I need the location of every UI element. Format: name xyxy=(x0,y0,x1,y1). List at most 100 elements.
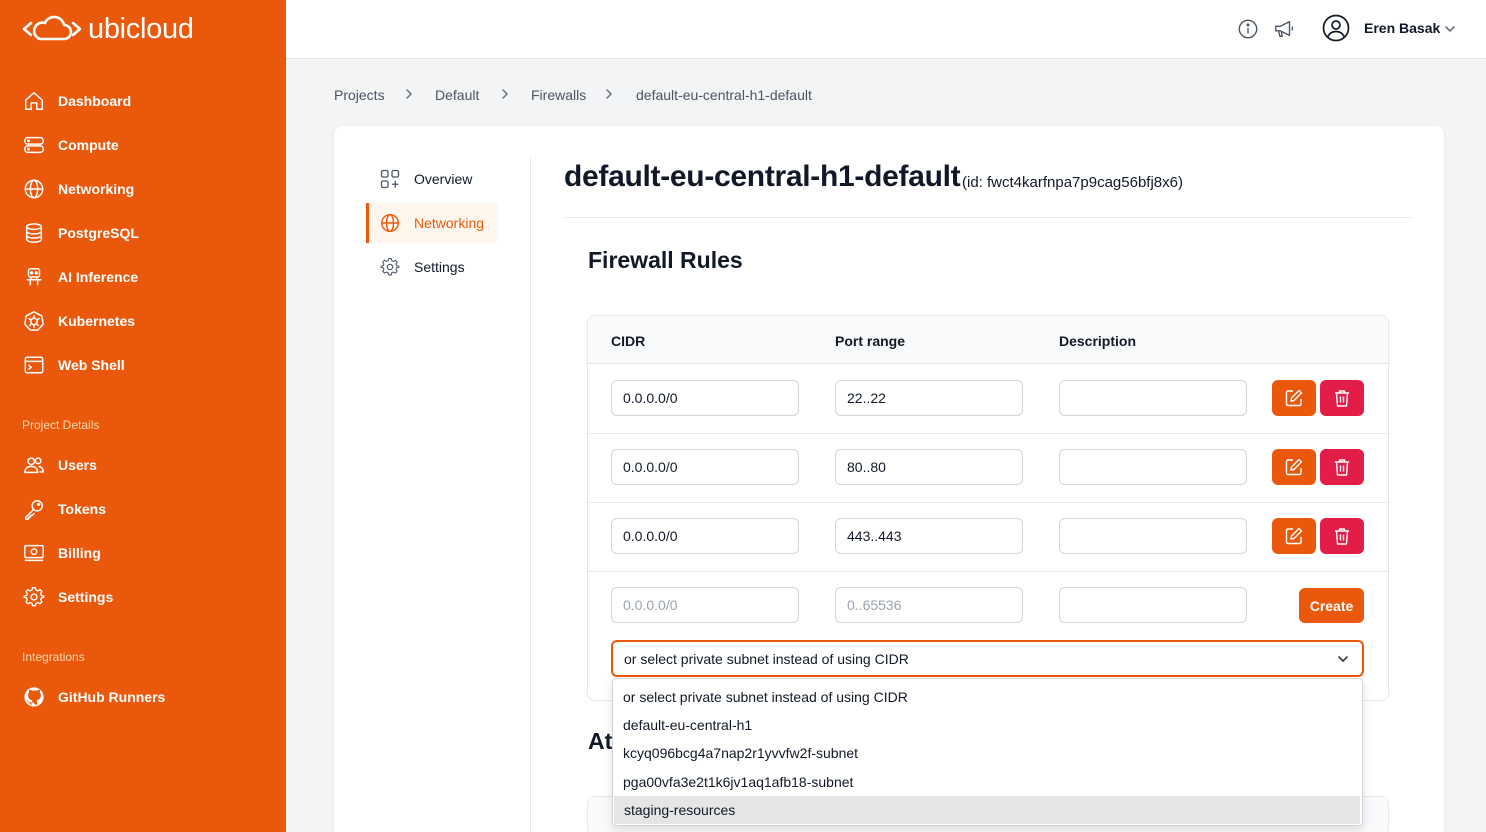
info-icon[interactable] xyxy=(1236,17,1260,41)
sidebar-item-label: PostgreSQL xyxy=(58,225,139,241)
sidebar-item-label: Dashboard xyxy=(58,93,132,109)
cidr-input[interactable]: 0.0.0.0/0 xyxy=(611,380,799,416)
port-range-input[interactable]: 443..443 xyxy=(835,518,1023,554)
sidebar-item-label: Web Shell xyxy=(58,357,125,373)
description-input[interactable] xyxy=(1059,449,1247,485)
edit-icon xyxy=(1285,527,1303,545)
next-section-heading: At xyxy=(588,728,613,754)
sidebar-item-settings[interactable]: Settings xyxy=(22,582,262,612)
sidebar-item-label: Networking xyxy=(58,181,135,197)
sidebar-item-github-runners[interactable]: GitHub Runners xyxy=(22,682,262,712)
globe-icon xyxy=(22,177,46,201)
firewall-rules-heading: Firewall Rules xyxy=(588,247,743,273)
gear-icon xyxy=(22,585,46,609)
tab-label: Networking xyxy=(414,215,485,231)
user-name[interactable]: Eren Basak xyxy=(1364,20,1440,36)
sidebar-item-billing[interactable]: Billing xyxy=(22,538,262,568)
sidebar-item-label: Compute xyxy=(58,137,119,153)
port-range-input[interactable]: 80..80 xyxy=(835,449,1023,485)
brand-logo[interactable]: ubicloud xyxy=(22,12,194,46)
tab-overview[interactable]: Overview xyxy=(366,159,498,199)
chevron-right-icon xyxy=(602,86,618,102)
edit-button[interactable] xyxy=(1272,380,1316,416)
github-icon xyxy=(22,685,46,709)
user-circle-icon[interactable] xyxy=(1322,14,1350,42)
sidebar: ubicloud Dashboard Compute Networking Po… xyxy=(0,0,286,832)
table-header: CIDR Port range Description xyxy=(588,316,1388,364)
dropdown-option[interactable]: or select private subnet instead of usin… xyxy=(613,683,1362,711)
sidebar-item-label: AI Inference xyxy=(58,269,139,285)
project-details-heading: Project Details xyxy=(22,418,100,432)
dropdown-option[interactable]: kcyq096bcg4a7nap2r1yvvfw2f-subnet xyxy=(613,739,1362,767)
cidr-input[interactable]: 0.0.0.0/0 xyxy=(611,518,799,554)
sidebar-item-kubernetes[interactable]: Kubernetes xyxy=(22,306,262,336)
billing-icon xyxy=(22,541,46,565)
megaphone-icon[interactable] xyxy=(1272,17,1296,41)
column-header-cidr: CIDR xyxy=(611,333,646,349)
server-icon xyxy=(22,133,46,157)
breadcrumb-current[interactable]: default-eu-central-h1-default xyxy=(636,87,812,103)
cidr-input[interactable]: 0.0.0.0/0 xyxy=(611,449,799,485)
row-divider xyxy=(588,571,1388,572)
chevron-right-icon xyxy=(498,86,514,102)
trash-icon xyxy=(1335,390,1349,407)
users-icon xyxy=(22,453,46,477)
new-port-range-input[interactable]: 0..65536 xyxy=(835,587,1023,623)
sidebar-item-compute[interactable]: Compute xyxy=(22,130,262,160)
delete-button[interactable] xyxy=(1320,518,1364,554)
tab-networking[interactable]: Networking xyxy=(366,203,498,243)
sidebar-item-users[interactable]: Users xyxy=(22,450,262,480)
subnet-dropdown-menu: or select private subnet instead of usin… xyxy=(612,678,1363,826)
description-input[interactable] xyxy=(1059,380,1247,416)
row-divider xyxy=(588,502,1388,503)
breadcrumb-default[interactable]: Default xyxy=(435,87,479,103)
private-subnet-select[interactable]: or select private subnet instead of usin… xyxy=(611,640,1364,677)
sidebar-item-tokens[interactable]: Tokens xyxy=(22,494,262,524)
key-icon xyxy=(22,497,46,521)
sidebar-item-ai-inference[interactable]: AI Inference xyxy=(22,262,262,292)
chevron-right-icon xyxy=(402,86,418,102)
brand-name: ubicloud xyxy=(88,12,194,45)
select-value: or select private subnet instead of usin… xyxy=(624,650,909,667)
delete-button[interactable] xyxy=(1320,449,1364,485)
sidebar-item-web-shell[interactable]: Web Shell xyxy=(22,350,262,380)
trash-icon xyxy=(1335,459,1349,476)
gear-icon xyxy=(380,257,400,276)
edit-icon xyxy=(1285,389,1303,407)
sidebar-item-dashboard[interactable]: Dashboard xyxy=(22,86,262,116)
dropdown-option[interactable]: default-eu-central-h1 xyxy=(613,711,1362,739)
edit-button[interactable] xyxy=(1272,518,1316,554)
cloud-logo-icon xyxy=(22,15,82,41)
delete-button[interactable] xyxy=(1320,380,1364,416)
new-description-input[interactable] xyxy=(1059,587,1247,623)
port-range-input[interactable]: 22..22 xyxy=(835,380,1023,416)
breadcrumb-projects[interactable]: Projects xyxy=(334,87,385,103)
sidebar-item-label: Kubernetes xyxy=(58,313,136,329)
create-button[interactable]: Create xyxy=(1299,588,1364,623)
sidebar-item-label: GitHub Runners xyxy=(58,689,166,705)
breadcrumb-firewalls[interactable]: Firewalls xyxy=(531,87,586,103)
sidebar-item-label: Tokens xyxy=(58,501,106,517)
column-header-description: Description xyxy=(1059,333,1137,349)
page-title: default-eu-central-h1-default xyxy=(564,160,961,193)
subnav-divider xyxy=(530,158,531,832)
dropdown-option-highlighted[interactable]: staging-resources xyxy=(614,796,1360,824)
new-cidr-input[interactable]: 0.0.0.0/0 xyxy=(611,587,799,623)
sidebar-item-postgresql[interactable]: PostgreSQL xyxy=(22,218,262,248)
resource-id: (id: fwct4karfnpa7p9cag56bfj8x6) xyxy=(962,174,1183,191)
robot-icon xyxy=(22,265,46,289)
dropdown-option[interactable]: pga00vfa3e2t1k6jv1aq1afb18-subnet xyxy=(613,768,1362,796)
home-icon xyxy=(22,89,46,113)
row-divider xyxy=(588,433,1388,434)
edit-icon xyxy=(1285,458,1303,476)
tab-settings[interactable]: Settings xyxy=(366,247,498,287)
chevron-down-icon xyxy=(1338,656,1348,663)
sidebar-item-networking[interactable]: Networking xyxy=(22,174,262,204)
description-input[interactable] xyxy=(1059,518,1247,554)
trash-icon xyxy=(1335,528,1349,545)
edit-button[interactable] xyxy=(1272,449,1316,485)
kubernetes-icon xyxy=(22,309,46,333)
chevron-down-icon[interactable] xyxy=(1438,17,1462,41)
topbar: Eren Basak xyxy=(286,0,1486,59)
sidebar-item-label: Billing xyxy=(58,545,101,561)
